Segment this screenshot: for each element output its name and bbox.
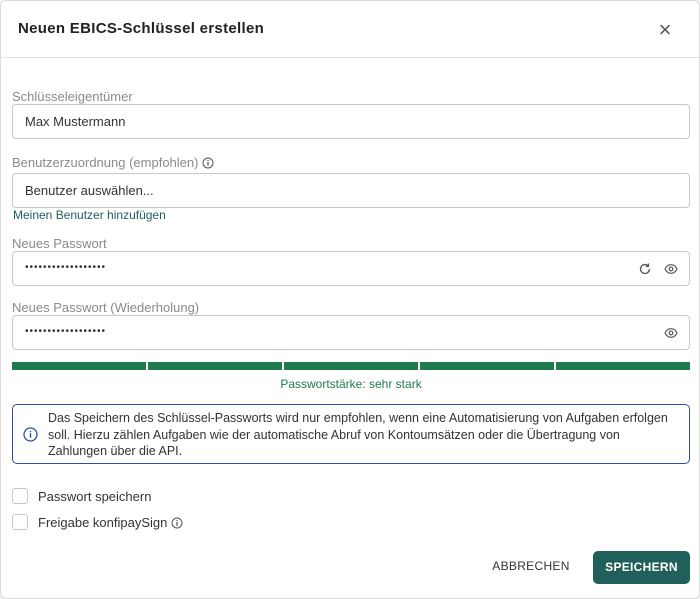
cancel-button[interactable]: ABBRECHEN: [487, 553, 575, 579]
owner-label: Schlüsseleigentümer: [12, 89, 133, 104]
eye-icon[interactable]: [664, 326, 678, 340]
new-password-value: ••••••••••••••••••: [25, 262, 107, 273]
strength-segment: [12, 362, 146, 370]
strength-segment: [148, 362, 282, 370]
konfipay-sign-checkbox[interactable]: [12, 514, 28, 530]
konfipay-sign-label[interactable]: Freigabe konfipaySign: [38, 515, 183, 532]
owner-value: Max Mustermann: [25, 114, 126, 129]
eye-icon[interactable]: [664, 262, 678, 276]
password-strength-meter: [12, 362, 690, 370]
save-password-label[interactable]: Passwort speichern: [38, 489, 151, 504]
strength-segment: [420, 362, 554, 370]
password-strength-text: Passwortstärke: sehr stark: [280, 377, 422, 391]
create-ebics-key-dialog: Neuen EBICS-Schlüssel erstellen × Schlüs…: [0, 0, 700, 599]
strength-segment: [284, 362, 418, 370]
user-assignment-label: Benutzerzuordnung (empfohlen): [12, 155, 214, 172]
save-password-checkbox[interactable]: [12, 488, 28, 504]
refresh-icon[interactable]: [638, 262, 652, 276]
info-icon[interactable]: [202, 157, 214, 172]
new-password-field[interactable]: ••••••••••••••••••: [12, 251, 690, 286]
new-password-label: Neues Passwort: [12, 236, 107, 251]
repeat-password-field[interactable]: ••••••••••••••••••: [12, 315, 690, 350]
info-icon: [23, 427, 38, 447]
strength-segment: [556, 362, 690, 370]
dialog-title: Neuen EBICS-Schlüssel erstellen: [18, 20, 265, 37]
info-box-text: Das Speichern des Schlüssel-Passworts wi…: [48, 411, 668, 458]
save-button[interactable]: SPEICHERN: [593, 551, 690, 584]
add-my-user-link[interactable]: Meinen Benutzer hinzufügen: [13, 208, 166, 222]
close-icon[interactable]: ×: [655, 19, 675, 41]
dialog-header: Neuen EBICS-Schlüssel erstellen ×: [1, 1, 699, 58]
info-box: Das Speichern des Schlüssel-Passworts wi…: [12, 404, 690, 464]
user-select[interactable]: Benutzer auswählen...: [12, 173, 690, 208]
repeat-password-value: ••••••••••••••••••: [25, 326, 107, 337]
info-icon[interactable]: [171, 517, 183, 532]
konfipay-sign-label-text: Freigabe konfipaySign: [38, 515, 168, 530]
owner-field[interactable]: Max Mustermann: [12, 104, 690, 139]
user-assignment-label-text: Benutzerzuordnung (empfohlen): [12, 155, 199, 170]
user-select-placeholder: Benutzer auswählen...: [25, 183, 154, 198]
repeat-password-label: Neues Passwort (Wiederholung): [12, 300, 200, 315]
